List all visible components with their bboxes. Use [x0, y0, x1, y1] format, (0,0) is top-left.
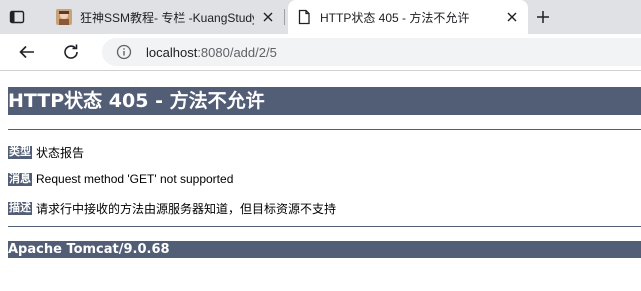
arrow-left-icon [19, 45, 34, 59]
description-value: 请求行中接收的方法由源服务器知道，但目标资源不支持 [36, 202, 337, 216]
browser-toolbar: localhost:8080/add/2/5 [0, 34, 641, 71]
back-button[interactable] [16, 41, 38, 63]
info-icon[interactable] [116, 44, 132, 60]
divider [8, 226, 641, 227]
server-footer: Apache Tomcat/9.0.68 [8, 241, 641, 258]
tab-strip: 狂神SSM教程- 专栏 -KuangStudy HTTP状态 405 - 方法不… [0, 0, 641, 34]
error-heading: HTTP状态 405 - 方法不允许 [8, 87, 641, 115]
tab-http-405[interactable]: HTTP状态 405 - 方法不允许 [288, 0, 528, 34]
type-row: 类型 状态报告 [8, 144, 84, 161]
type-label: 类型 [8, 146, 32, 159]
close-icon [507, 12, 517, 22]
description-row: 描述 请求行中接收的方法由源服务器知道，但目标资源不支持 [8, 200, 336, 217]
message-value: Request method 'GET' not supported [36, 172, 234, 186]
tab-title: 狂神SSM教程- 专栏 -KuangStudy [80, 10, 254, 25]
tab-actions-icon [9, 10, 25, 24]
tab-kuangstudy[interactable]: 狂神SSM教程- 专栏 -KuangStudy [48, 0, 284, 34]
tab-actions-button[interactable] [6, 6, 28, 28]
page-content: HTTP状态 405 - 方法不允许 类型 状态报告 消息 Request me… [0, 71, 641, 291]
url-path: :8080/add/2/5 [197, 44, 277, 60]
tab-title: HTTP状态 405 - 方法不允许 [320, 10, 470, 25]
divider [8, 129, 641, 130]
description-label: 描述 [8, 202, 32, 215]
plus-icon [537, 11, 549, 23]
url-host: localhost [146, 44, 198, 60]
address-bar[interactable]: localhost:8080/add/2/5 [102, 38, 641, 66]
reload-icon [64, 44, 78, 59]
url-text[interactable]: localhost:8080/add/2/5 [146, 45, 277, 60]
tab-separator [284, 9, 285, 25]
new-tab-button[interactable] [532, 6, 554, 28]
tab-close-button[interactable] [258, 7, 278, 27]
tab-close-button[interactable] [502, 7, 522, 27]
page-icon [298, 9, 310, 25]
message-label: 消息 [8, 172, 32, 186]
avatar-favicon-icon [56, 9, 72, 25]
message-row: 消息 Request method 'GET' not supported [8, 172, 233, 186]
type-value: 状态报告 [36, 146, 85, 160]
close-icon [263, 12, 273, 22]
reload-button[interactable] [60, 41, 82, 63]
